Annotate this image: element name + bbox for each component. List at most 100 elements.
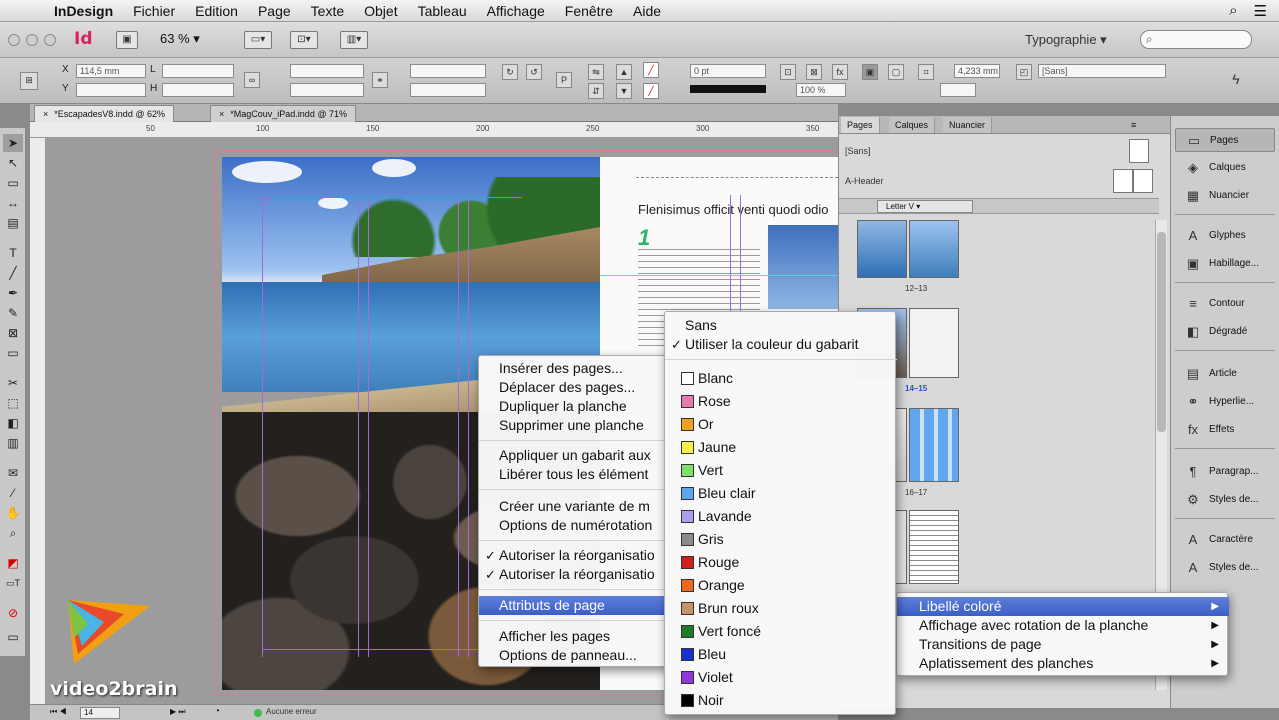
stroke-weight-field[interactable]: 0 pt bbox=[690, 64, 766, 78]
article-photo[interactable] bbox=[768, 225, 838, 309]
menu-item-deplacer-pages[interactable]: Déplacer des pages... bbox=[479, 378, 671, 397]
flip-vertical-icon[interactable]: ⇵ bbox=[588, 83, 604, 99]
gradient-feather-tool-icon[interactable]: ▥ bbox=[3, 434, 23, 452]
menu-item-dupliquer-planche[interactable]: Dupliquer la planche bbox=[479, 397, 671, 416]
pages-divider[interactable]: Letter V ▾ bbox=[839, 198, 1159, 214]
menu-item-color[interactable]: Vert bbox=[665, 461, 897, 480]
eyedropper-tool-icon[interactable]: ⁄ bbox=[3, 484, 23, 502]
constrain-proportions-icon[interactable]: ∞ bbox=[244, 72, 260, 88]
rectangle-frame-tool-icon[interactable]: ⊠ bbox=[3, 324, 23, 342]
free-transform-tool-icon[interactable]: ⬚ bbox=[3, 394, 23, 412]
effects-fx-icon[interactable]: fx bbox=[832, 64, 848, 80]
menu-item-color[interactable]: Violet bbox=[665, 668, 897, 687]
menu-item-color[interactable]: Jaune bbox=[665, 438, 897, 457]
content-collector-icon[interactable]: ▤ bbox=[3, 214, 23, 232]
rotation-field[interactable] bbox=[410, 64, 486, 78]
menu-texte[interactable]: Texte bbox=[301, 3, 354, 19]
dock-contour[interactable]: ≡ Contour bbox=[1175, 292, 1275, 316]
stroke-type-swatch[interactable] bbox=[690, 85, 766, 93]
menu-item-inserer-pages[interactable]: Insérer des pages... bbox=[479, 359, 671, 378]
panel-tab-calques[interactable]: Calques bbox=[889, 117, 936, 133]
screen-mode-icon[interactable]: ⊡▾ bbox=[290, 31, 318, 49]
selection-tool-icon[interactable]: ➤ bbox=[3, 134, 23, 152]
selection-type-icon[interactable]: P bbox=[556, 72, 572, 88]
dock-effets[interactable]: fx Effets bbox=[1175, 418, 1275, 442]
menu-aide[interactable]: Aide bbox=[623, 3, 671, 19]
menu-affichage[interactable]: Affichage bbox=[477, 3, 555, 19]
gradient-tool-icon[interactable]: ◧ bbox=[3, 414, 23, 432]
page-thumbnail-15[interactable] bbox=[909, 308, 959, 378]
pencil-tool-icon[interactable]: ✎ bbox=[3, 304, 23, 322]
dock-hyperliens[interactable]: ⚭ Hyperlie... bbox=[1175, 390, 1275, 414]
x-position-field[interactable]: 114,5 mm bbox=[76, 64, 146, 78]
panel-tab-nuancier[interactable]: Nuancier bbox=[943, 117, 993, 133]
width-field[interactable] bbox=[162, 64, 234, 78]
menu-item-autoriser-reorganisation-document[interactable]: ✓ Autoriser la réorganisatio bbox=[479, 546, 671, 565]
scissors-tool-icon[interactable]: ✂ bbox=[3, 374, 23, 392]
menu-tableau[interactable]: Tableau bbox=[408, 3, 477, 19]
master-a-header[interactable]: A-Header bbox=[839, 166, 1171, 196]
menu-item-color[interactable]: Vert foncé bbox=[665, 622, 897, 641]
menu-item-creer-variante[interactable]: Créer une variante de m bbox=[479, 497, 671, 516]
menu-item-couleur-gabarit[interactable]: ✓ Utiliser la couleur du gabarit bbox=[665, 335, 897, 354]
fill-color-icon[interactable]: ╱ bbox=[643, 62, 659, 78]
dock-degrade[interactable]: ◧ Dégradé bbox=[1175, 320, 1275, 344]
tab-magcouv[interactable]: × *MagCouv_iPad.indd @ 71% bbox=[210, 105, 356, 122]
master-none[interactable]: [Sans] bbox=[839, 136, 1171, 166]
menu-item-color[interactable]: Bleu bbox=[665, 645, 897, 664]
menu-item-libelle-colore[interactable]: Libellé coloré ▶ bbox=[897, 597, 1229, 616]
close-tab-icon[interactable]: × bbox=[43, 109, 48, 119]
menu-fenetre[interactable]: Fenêtre bbox=[555, 3, 623, 19]
menu-item-color[interactable]: Lavande bbox=[665, 507, 897, 526]
dock-caractere[interactable]: A Caractère bbox=[1175, 528, 1275, 552]
panel-menu-icon[interactable]: ≡ bbox=[1125, 117, 1142, 133]
fitting-icon[interactable]: ⊡ bbox=[780, 64, 796, 80]
dock-pages[interactable]: ▭ Pages bbox=[1175, 128, 1275, 152]
apply-none-icon[interactable]: ⊘ bbox=[3, 604, 23, 622]
menu-fichier[interactable]: Fichier bbox=[123, 3, 185, 19]
corner-options-icon[interactable]: ⌗ bbox=[918, 64, 934, 80]
note-tool-icon[interactable]: ✉ bbox=[3, 464, 23, 482]
line-tool-icon[interactable]: ╱ bbox=[3, 264, 23, 282]
menu-item-supprimer-planche[interactable]: Supprimer une planche bbox=[479, 416, 671, 435]
quick-apply-icon[interactable]: ϟ bbox=[1228, 72, 1244, 88]
screen-mode-tool-icon[interactable]: ▭ bbox=[3, 628, 23, 646]
scale-x-field[interactable] bbox=[290, 64, 364, 78]
article-headline[interactable]: Flenisimus officit venti quodi odio bbox=[638, 202, 829, 217]
view-options-icon[interactable]: ▭▾ bbox=[244, 31, 272, 49]
page-thumbnail-13[interactable] bbox=[909, 220, 959, 278]
menu-edition[interactable]: Edition bbox=[185, 3, 248, 19]
type-tool-icon[interactable]: T bbox=[3, 244, 23, 262]
notification-list-icon[interactable]: ☰ bbox=[1254, 2, 1267, 20]
minimize-window-button[interactable] bbox=[26, 34, 38, 46]
dimension-field[interactable]: 4,233 mm bbox=[954, 64, 1000, 78]
menu-item-color[interactable]: Or bbox=[665, 415, 897, 434]
help-search-input[interactable] bbox=[1140, 30, 1252, 49]
rectangle-tool-icon[interactable]: ▭ bbox=[3, 344, 23, 362]
corner-shape-field[interactable] bbox=[940, 83, 976, 97]
fill-stroke-swatch-icon[interactable]: ◩ bbox=[3, 554, 23, 572]
menu-item-sans[interactable]: Sans bbox=[665, 316, 897, 335]
dock-styles-paragraphe[interactable]: ¶ Paragrap... bbox=[1175, 460, 1275, 484]
close-window-button[interactable] bbox=[8, 34, 20, 46]
menu-item-options-panneau[interactable]: Options de panneau... bbox=[479, 646, 671, 665]
first-page-icon[interactable]: ⏮ ◀ bbox=[50, 707, 67, 717]
wrap-bounding-icon[interactable]: ▢ bbox=[888, 64, 904, 80]
stroke-color-icon[interactable]: ╱ bbox=[643, 83, 659, 99]
menu-item-transitions-page[interactable]: Transitions de page ▶ bbox=[897, 635, 1229, 654]
zoom-tool-icon[interactable]: ⌕ bbox=[3, 524, 23, 542]
object-style-icon[interactable]: ◰ bbox=[1016, 64, 1032, 80]
page-tool-icon[interactable]: ▭ bbox=[3, 174, 23, 192]
menu-item-color[interactable]: Orange bbox=[665, 576, 897, 595]
dock-article[interactable]: ▤ Article bbox=[1175, 362, 1275, 386]
menu-item-color[interactable]: Noir bbox=[665, 691, 897, 710]
rotate-cw-icon[interactable]: ↻ bbox=[502, 64, 518, 80]
gap-tool-icon[interactable]: ↔ bbox=[3, 194, 23, 212]
menu-item-color[interactable]: Rouge bbox=[665, 553, 897, 572]
fitting-frame-icon[interactable]: ⊠ bbox=[806, 64, 822, 80]
menu-item-color[interactable]: Blanc bbox=[665, 369, 897, 388]
tab-escapades[interactable]: × *EscapadesV8.indd @ 62% bbox=[34, 105, 174, 122]
menu-item-color[interactable]: Bleu clair bbox=[665, 484, 897, 503]
open-file-icon[interactable]: ◔ bbox=[214, 706, 220, 717]
close-tab-icon[interactable]: × bbox=[219, 109, 224, 119]
